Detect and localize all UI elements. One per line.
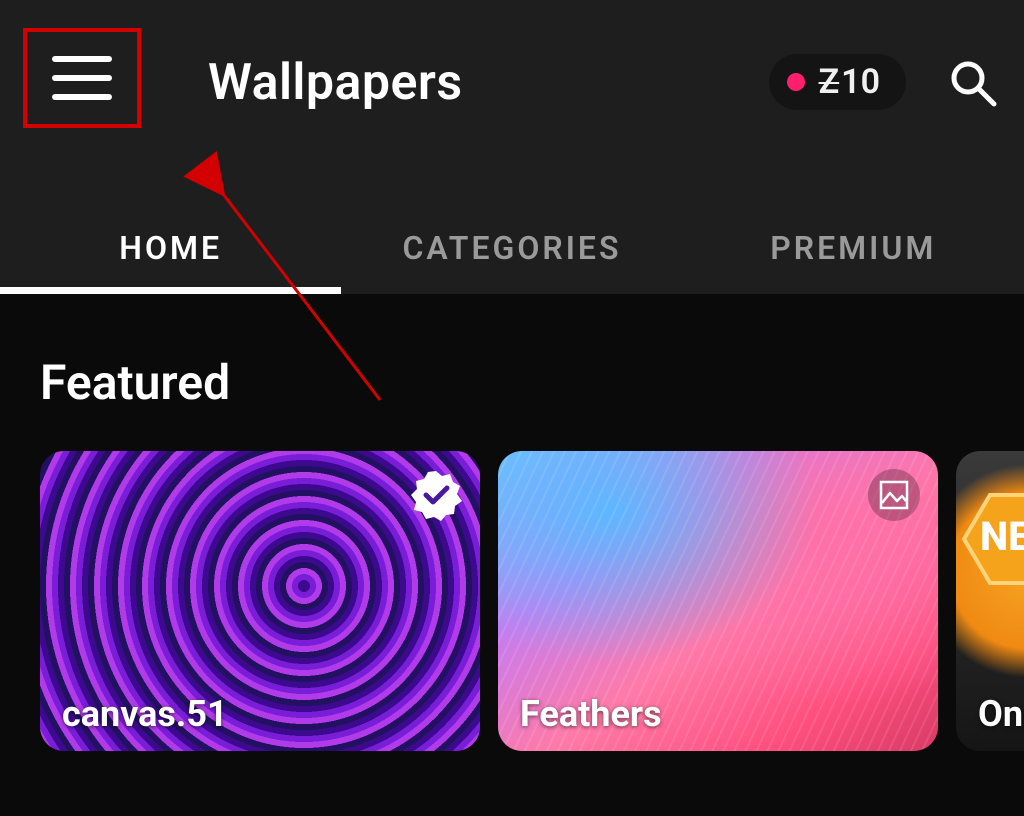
wallpaper-card-label: One: [978, 693, 1024, 735]
tab-home[interactable]: HOME: [0, 202, 341, 294]
section-title-featured: Featured: [40, 354, 1024, 411]
wallpaper-card[interactable]: canvas.51: [40, 451, 480, 751]
page-title: Wallpapers: [208, 54, 463, 112]
image-icon: [878, 479, 910, 511]
coin-balance-pill[interactable]: Z10: [769, 54, 906, 110]
wallpaper-card[interactable]: NE One: [956, 451, 1024, 751]
wallpaper-card-label: Feathers: [520, 693, 662, 735]
hexagon-badge-text: NE: [980, 513, 1024, 560]
tab-bar: HOME CATEGORIES PREMIUM: [0, 202, 1024, 294]
tab-categories[interactable]: CATEGORIES: [341, 202, 682, 294]
annotation-highlight-box: [23, 28, 141, 128]
notification-dot-icon: [787, 73, 805, 91]
wallpaper-card-label: canvas.51: [62, 693, 228, 735]
top-bar: Wallpapers Z10: [0, 0, 1024, 170]
wallpaper-card[interactable]: Feathers: [498, 451, 938, 751]
featured-cards-row: canvas.51 Feathers NE One: [40, 451, 1024, 751]
verified-icon: [410, 469, 462, 521]
hamburger-icon[interactable]: [52, 56, 112, 100]
search-icon: [948, 58, 998, 108]
tab-premium[interactable]: PREMIUM: [683, 202, 1024, 294]
content-area: Featured canvas.51 Feathers: [0, 294, 1024, 751]
coin-balance-value: Z10: [819, 62, 880, 102]
image-type-badge: [868, 469, 920, 521]
app-header: Wallpapers Z10 HOME CATEGORIES PREMIUM: [0, 0, 1024, 294]
verified-badge: [410, 469, 462, 521]
search-button[interactable]: [948, 58, 998, 108]
